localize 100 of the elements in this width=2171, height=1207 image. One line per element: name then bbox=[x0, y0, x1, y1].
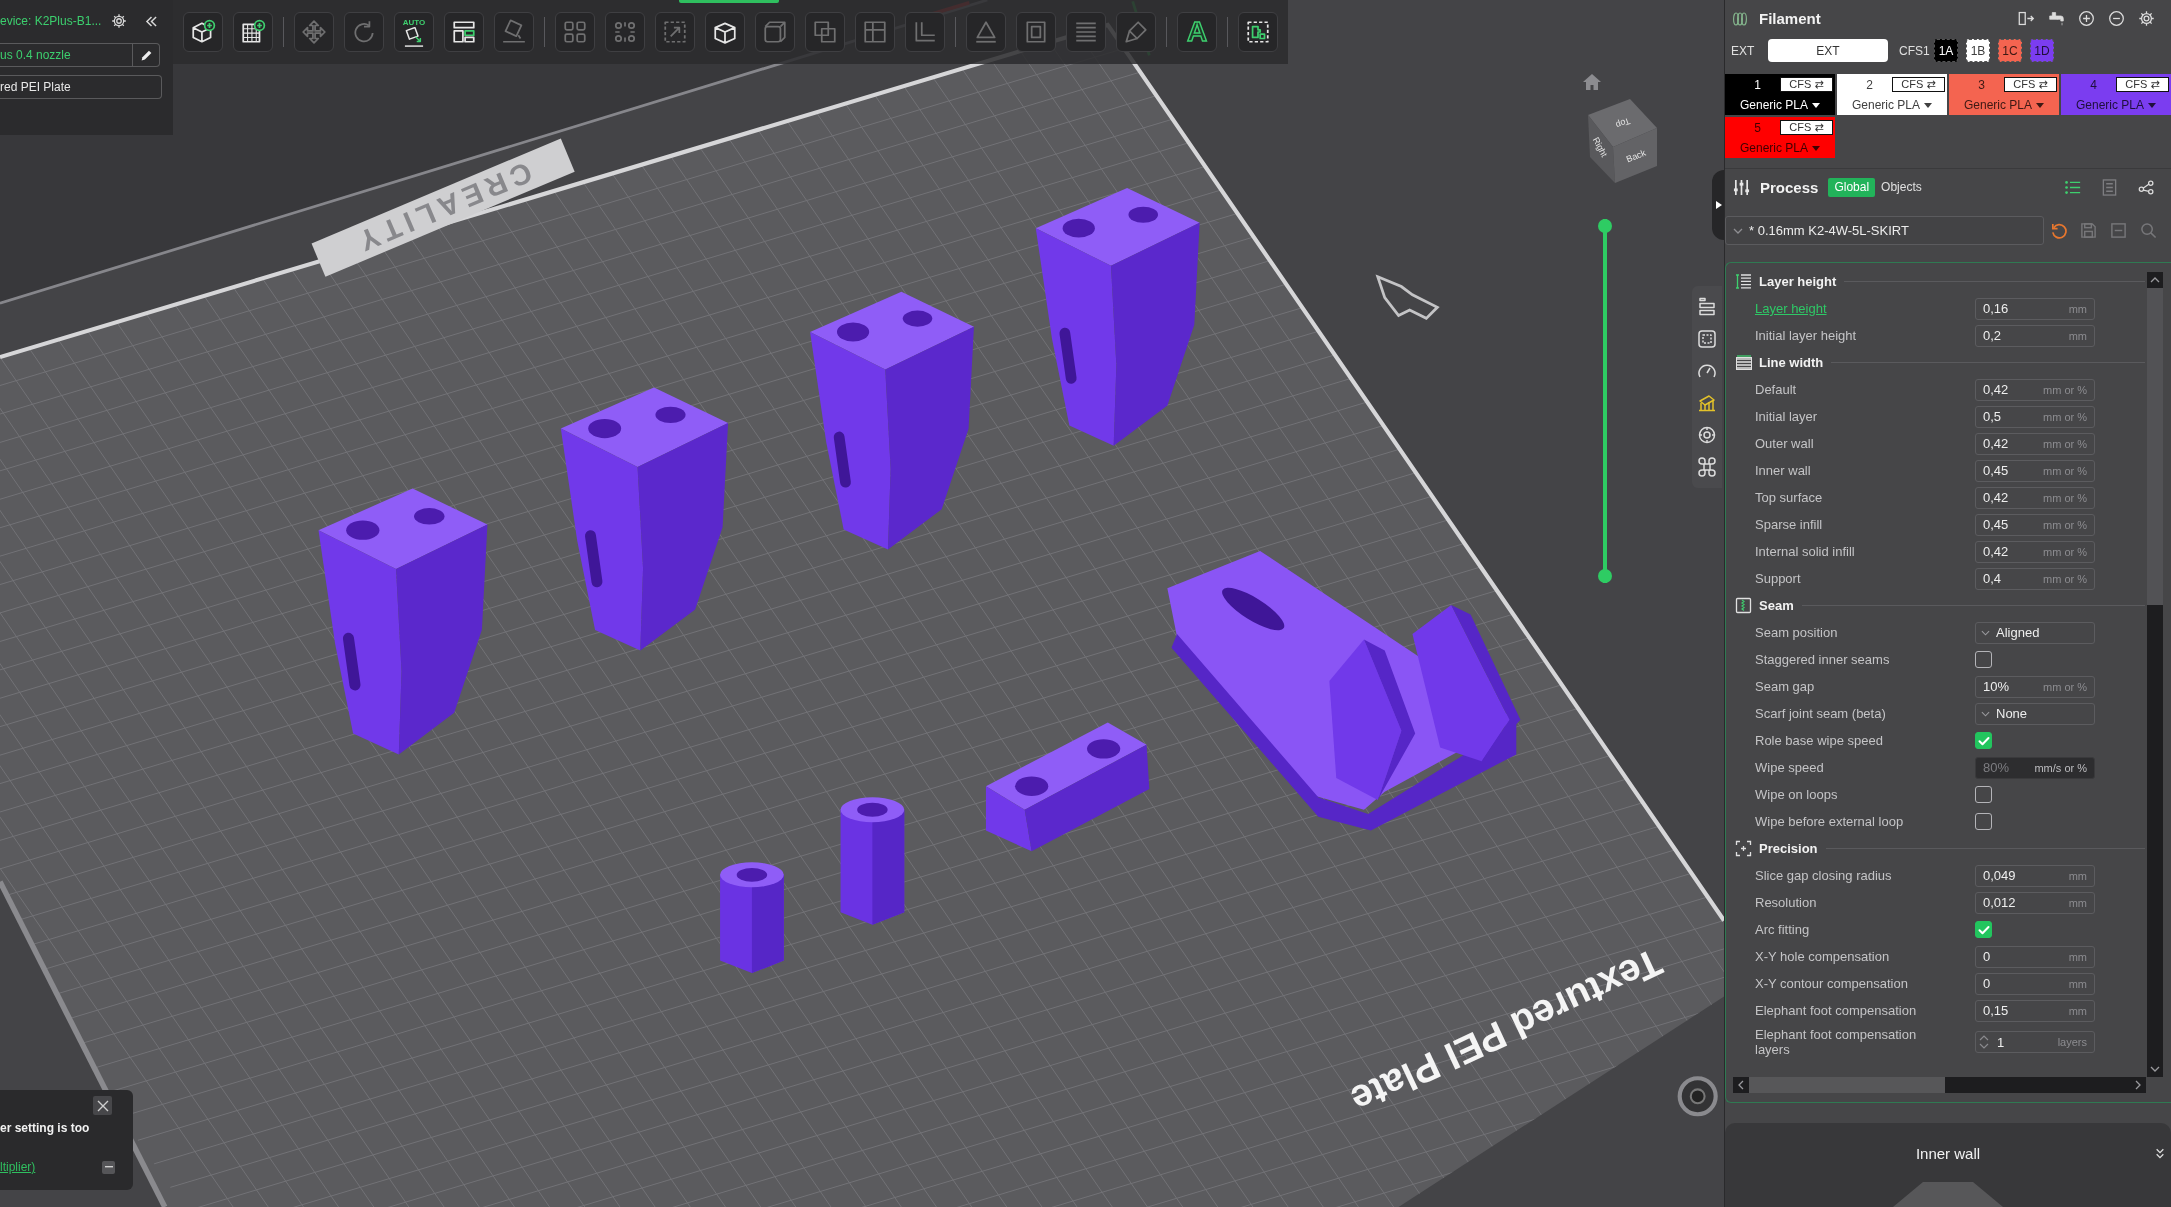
number-field[interactable]: 0,049 mm bbox=[1975, 864, 2095, 887]
target-icon[interactable] bbox=[1697, 425, 1717, 445]
checkbox[interactable] bbox=[1975, 732, 1992, 749]
material-dropdown[interactable]: Generic PLA bbox=[1851, 98, 1932, 112]
material-dropdown[interactable]: Generic PLA bbox=[1739, 141, 1820, 155]
tab[interactable]: Objects bbox=[1875, 177, 1928, 197]
section-title: Seam bbox=[1759, 598, 1794, 613]
cube-icon bbox=[762, 19, 788, 45]
number-field[interactable]: 0,42 mm or % bbox=[1975, 540, 2095, 563]
add-circle-icon[interactable] bbox=[2078, 10, 2095, 27]
move-arrows-icon bbox=[301, 19, 327, 45]
toolbar-button[interactable] bbox=[183, 12, 223, 52]
cfs-slot[interactable]: 1C bbox=[1998, 39, 2022, 62]
spinner-field[interactable]: 1 layers bbox=[1975, 1031, 2095, 1053]
number-field[interactable]: 0,15 mm bbox=[1975, 999, 2095, 1022]
layer-bars-icon[interactable] bbox=[1697, 297, 1717, 317]
chevron-up-icon[interactable] bbox=[2150, 277, 2160, 283]
dashed-frame-icon[interactable] bbox=[1697, 329, 1717, 349]
plate-select[interactable]: red PEI Plate bbox=[0, 75, 162, 99]
minimize-button[interactable] bbox=[102, 1160, 115, 1174]
number-field[interactable]: 0,42 mm or % bbox=[1975, 486, 2095, 509]
collapse-handle[interactable] bbox=[1712, 170, 1724, 240]
dropdown-field[interactable]: None bbox=[1975, 702, 2095, 725]
filament-slot[interactable]: 5 CFS ⇄ Generic PLA bbox=[1725, 117, 1835, 158]
setting-label: Outer wall bbox=[1755, 436, 1815, 451]
source-switch[interactable]: CFS ⇄ bbox=[1780, 77, 1833, 92]
setting-link[interactable]: Layer height bbox=[1755, 301, 1945, 316]
grid-plus-icon bbox=[240, 19, 266, 45]
toolbar-button[interactable] bbox=[444, 12, 484, 52]
caret-down-icon bbox=[1812, 145, 1820, 151]
filament-slot[interactable]: 2 CFS ⇄ Generic PLA bbox=[1837, 74, 1947, 115]
horizontal-scrollbar[interactable] bbox=[1733, 1077, 2146, 1093]
dropdown-field[interactable]: Aligned bbox=[1975, 621, 2095, 644]
box-arrow-icon[interactable] bbox=[2018, 10, 2035, 27]
source-switch[interactable]: CFS ⇄ bbox=[1780, 120, 1833, 135]
remove-circle-icon[interactable] bbox=[2108, 10, 2125, 27]
scrollbar-thumb[interactable] bbox=[1749, 1077, 1945, 1093]
number-field[interactable]: 0,42 mm or % bbox=[1975, 432, 2095, 455]
toolbar-button[interactable] bbox=[705, 12, 745, 52]
collapse-icon[interactable] bbox=[145, 15, 159, 27]
toolbar-button[interactable] bbox=[233, 12, 273, 52]
undo-icon[interactable] bbox=[2050, 222, 2067, 239]
number-field[interactable]: 0,2 mm bbox=[1975, 324, 2095, 347]
cfs-slot[interactable]: 1B bbox=[1966, 39, 1990, 62]
faucet-icon[interactable] bbox=[2048, 10, 2065, 27]
list-icon[interactable] bbox=[2064, 178, 2081, 196]
number-field[interactable]: 0,45 mm or % bbox=[1975, 459, 2095, 482]
filament-slot[interactable]: 4 CFS ⇄ Generic PLA bbox=[2061, 74, 2171, 115]
number-field[interactable]: 0,16 mm bbox=[1975, 297, 2095, 320]
cfs-slot[interactable]: 1A bbox=[1934, 39, 1958, 62]
command-icon[interactable] bbox=[1697, 457, 1717, 477]
tilted-square-icon bbox=[403, 26, 425, 47]
toolbar-button[interactable] bbox=[1238, 12, 1278, 52]
material-dropdown[interactable]: Generic PLA bbox=[1739, 98, 1820, 112]
nozzle-select[interactable]: us 0.4 nozzle bbox=[0, 43, 160, 67]
preset-dropdown[interactable]: * 0.16mm K2-4W-5L-SKIRT bbox=[1725, 216, 2044, 245]
external-spool[interactable]: EXT bbox=[1768, 39, 1888, 62]
checkbox[interactable] bbox=[1975, 813, 1992, 830]
settings-icon[interactable] bbox=[111, 13, 128, 29]
close-button[interactable] bbox=[93, 1096, 112, 1115]
checkbox[interactable] bbox=[1975, 651, 1992, 668]
checkbox[interactable] bbox=[1975, 786, 1992, 803]
setting-label: Support bbox=[1755, 571, 1802, 586]
source-switch[interactable]: CFS ⇄ bbox=[2116, 77, 2169, 92]
filament-slot[interactable]: 3 CFS ⇄ Generic PLA bbox=[1949, 74, 2059, 115]
double-chevron-icon[interactable] bbox=[2155, 1146, 2165, 1160]
number-field[interactable]: 0,5 mm or % bbox=[1975, 405, 2095, 428]
number-field[interactable]: 0,45 mm or % bbox=[1975, 513, 2095, 536]
number-field[interactable]: 0,42 mm or % bbox=[1975, 378, 2095, 401]
material-dropdown[interactable]: Generic PLA bbox=[1963, 98, 2044, 112]
chevron-left-icon[interactable] bbox=[1738, 1080, 1744, 1090]
view-cube[interactable]: Top Right Back bbox=[1585, 95, 1660, 187]
chevron-down-icon bbox=[1981, 629, 1990, 636]
notification-link[interactable]: ltiplier) bbox=[0, 1159, 36, 1175]
settings-icon[interactable] bbox=[2138, 10, 2155, 27]
scrollbar-thumb[interactable] bbox=[2147, 288, 2163, 605]
preview-title: Inner wall bbox=[1915, 1144, 1981, 1162]
number-field[interactable]: 10% mm or % bbox=[1975, 675, 2095, 698]
source-switch[interactable]: CFS ⇄ bbox=[2004, 77, 2057, 92]
chevron-down-icon[interactable] bbox=[2150, 1066, 2160, 1072]
setting-label: Internal solid infill bbox=[1755, 544, 1856, 559]
number-field[interactable]: 0 mm bbox=[1975, 972, 2095, 995]
slot-number: 3 bbox=[1977, 77, 1986, 92]
chevron-right-icon[interactable] bbox=[2135, 1080, 2141, 1090]
source-switch[interactable]: CFS ⇄ bbox=[1892, 77, 1945, 92]
number-field[interactable]: 0,4 mm or % bbox=[1975, 567, 2095, 590]
vertical-scrollbar[interactable] bbox=[2147, 272, 2163, 1077]
overlap-squares-icon bbox=[812, 19, 838, 45]
printer-name[interactable]: evice: K2Plus-B1... bbox=[0, 14, 102, 28]
checkbox[interactable] bbox=[1975, 921, 1992, 938]
setting-label: Resolution bbox=[1755, 895, 1818, 910]
home-icon[interactable] bbox=[1582, 73, 1602, 91]
auto-orient-button[interactable]: AUTO bbox=[394, 12, 434, 52]
section-title: Layer height bbox=[1759, 274, 1837, 289]
share-icon[interactable] bbox=[2138, 178, 2155, 196]
dashed-plus-icon bbox=[1735, 840, 1752, 857]
filament-slot[interactable]: 1 CFS ⇄ Generic PLA bbox=[1725, 74, 1835, 115]
support-block-icon[interactable] bbox=[1697, 393, 1717, 413]
number-field[interactable]: 0 mm bbox=[1975, 945, 2095, 968]
number-field[interactable]: 0,012 mm bbox=[1975, 891, 2095, 914]
